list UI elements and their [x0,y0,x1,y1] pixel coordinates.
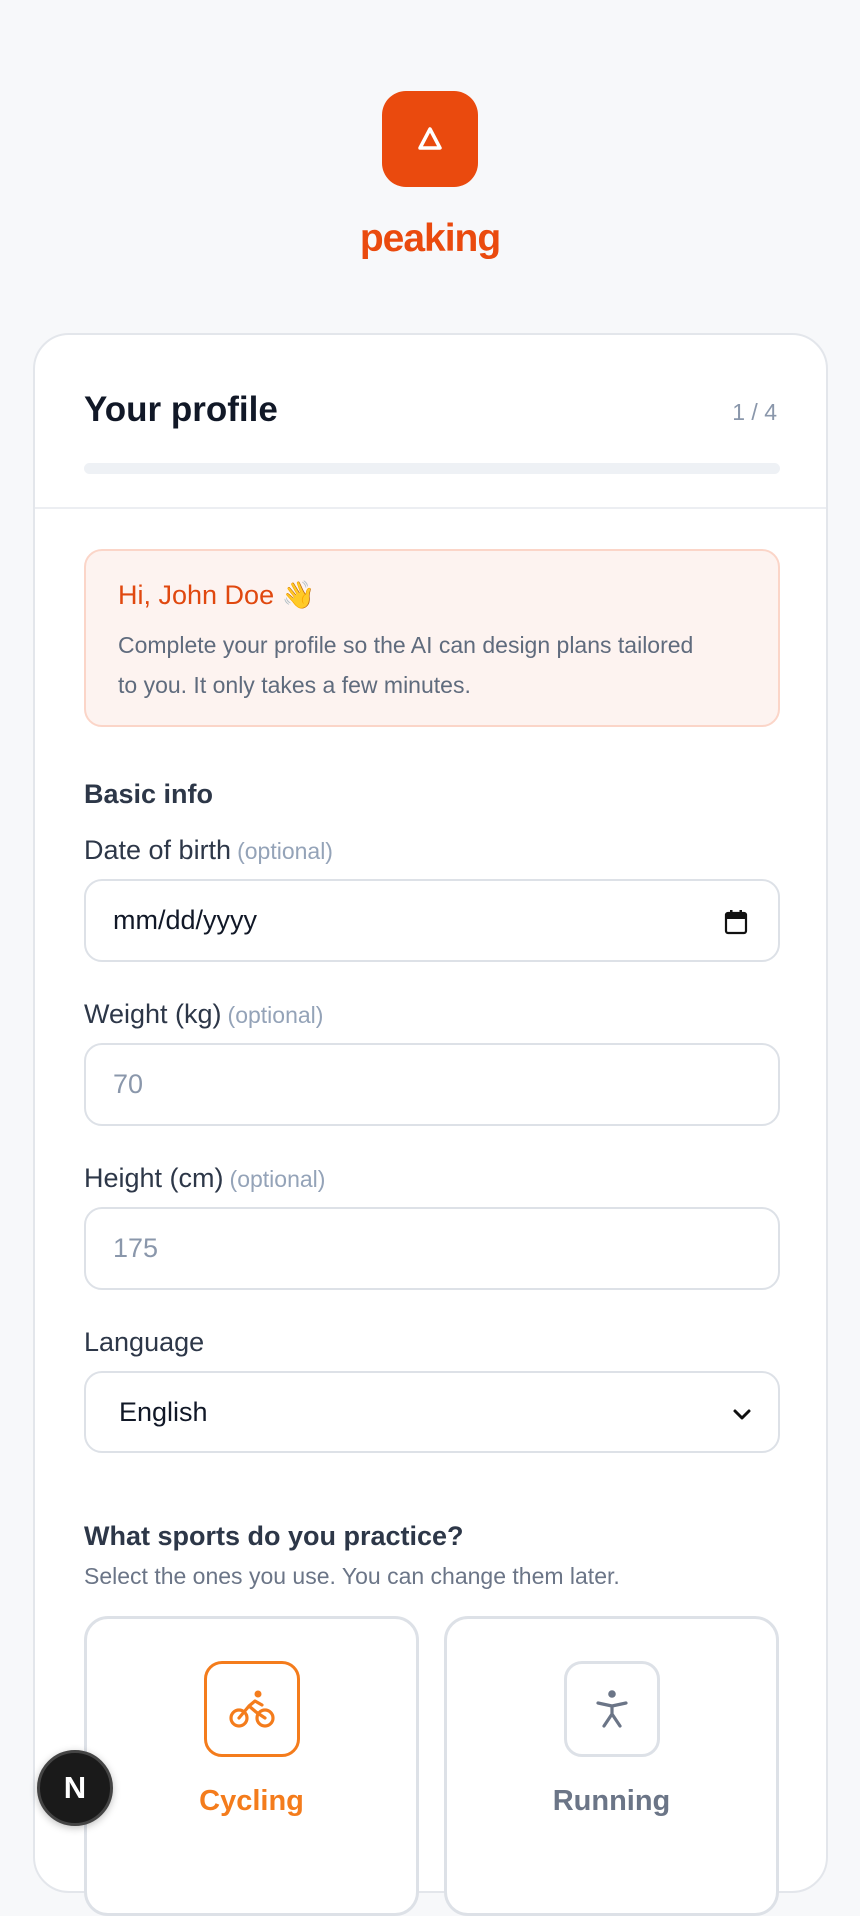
weight-placeholder: 70 [113,1069,144,1099]
dob-label-text: Date of birth [84,835,232,865]
date-of-birth-input[interactable]: mm/dd/yyyy [84,879,780,962]
language-select[interactable]: English [84,1371,780,1453]
dev-badge-label: N [63,1770,87,1805]
sport-label: Running [552,1785,671,1817]
sport-icon-box [203,1661,300,1757]
progress-bar [84,463,780,474]
brand-name: peaking [359,217,501,260]
welcome-title: Hi, John Doe 👋 [118,580,316,610]
height-input[interactable]: 175 [84,1207,780,1290]
welcome-text: Complete your profile so the AI can desi… [118,632,694,698]
optional-tag: (optional) [227,1002,324,1028]
chevron-down-icon [733,1409,751,1420]
dob-label: Date of birth (optional) [84,835,333,866]
card-header: Your profile 1 / 4 [35,335,826,509]
height-placeholder: 175 [113,1233,159,1263]
sport-label: Cycling [199,1785,304,1817]
basic-info-heading: Basic info [84,779,214,809]
sport-icon-box [563,1661,660,1757]
weight-label-text: Weight (kg) [84,999,222,1029]
dob-placeholder: mm/dd/yyyy [113,905,258,935]
sports-hint: Select the ones you use. You can change … [84,1563,620,1589]
bicycle-icon [228,1690,275,1728]
sport-option-cycling[interactable]: Cycling [84,1616,419,1916]
welcome-banner: Hi, John Doe 👋 Complete your profile so … [84,549,780,727]
dev-tools-badge[interactable]: N [37,1750,113,1826]
weight-label: Weight (kg) (optional) [84,999,323,1030]
calendar-icon[interactable] [724,909,748,935]
runner-icon [595,1690,628,1728]
brand-header: peaking [0,91,860,261]
step-indicator: 1 / 4 [732,399,777,425]
sport-option-running[interactable]: Running [444,1616,779,1916]
optional-tag: (optional) [237,838,333,864]
delta-triangle-icon [382,91,478,187]
language-value: English [119,1396,208,1427]
height-label: Height (cm) (optional) [84,1163,325,1194]
weight-input[interactable]: 70 [84,1043,780,1126]
optional-tag: (optional) [229,1166,326,1192]
language-label: Language [84,1327,205,1357]
sports-question: What sports do you practice? [84,1521,464,1551]
profile-card: Your profile 1 / 4 Hi, John Doe 👋 Comple… [33,333,828,1916]
height-label-text: Height (cm) [84,1163,224,1193]
page-title: Your profile [84,390,278,429]
